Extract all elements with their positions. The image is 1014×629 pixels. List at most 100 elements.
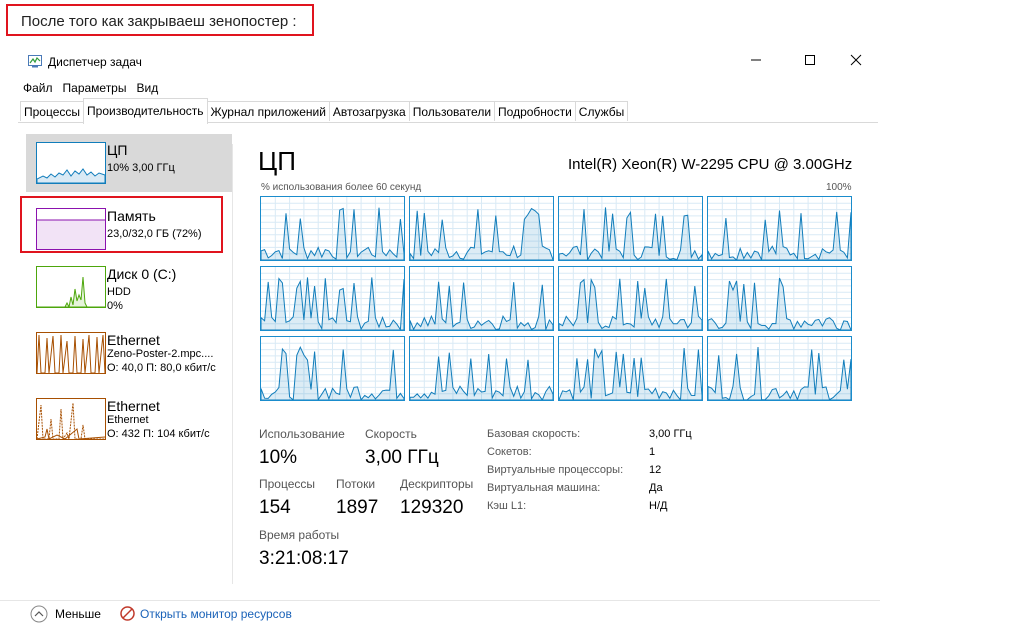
processes-value: 154 xyxy=(259,497,291,518)
maximize-button[interactable] xyxy=(787,44,833,76)
sidebar-ethernet-1-title: Ethernet xyxy=(107,332,160,348)
ethernet-2-thumbnail xyxy=(36,398,106,440)
speed-value: 3,00 ГГц xyxy=(365,447,439,468)
core-graph-lines xyxy=(261,197,404,260)
sidebar-item-disk[interactable]: Диск 0 (C:) HDD 0% xyxy=(26,258,232,316)
sidebar-item-ethernet-1[interactable]: Ethernet Zeno-Poster-2.mpc.... О: 40,0 П… xyxy=(26,324,232,382)
sidebar-item-cpu[interactable]: ЦП 10% 3,00 ГГц xyxy=(26,134,232,192)
sidebar-ethernet-2-title: Ethernet xyxy=(107,398,160,414)
core-graph-lines xyxy=(708,197,851,260)
handles-value: 129320 xyxy=(400,497,464,518)
core-graph-lines xyxy=(410,197,553,260)
graph-max-label: 100% xyxy=(826,182,852,193)
ethernet-1-thumbnail xyxy=(36,332,106,374)
tab-details[interactable]: Подробности xyxy=(494,101,576,121)
close-icon xyxy=(850,54,862,66)
spec-key-sockets: Сокетов: xyxy=(487,446,532,458)
menu-view[interactable]: Вид xyxy=(131,78,163,98)
usage-value: 10% xyxy=(259,447,298,468)
menu-file[interactable]: Файл xyxy=(18,78,58,98)
resource-monitor-icon xyxy=(120,606,135,621)
uptime-label: Время работы xyxy=(259,528,340,542)
spec-value-l1-cache: Н/Д xyxy=(649,500,668,512)
core-graph xyxy=(558,266,703,331)
core-graph-lines xyxy=(708,337,851,400)
ethernet-2-mini-graph xyxy=(37,402,105,439)
core-graph xyxy=(409,336,554,401)
maximize-icon xyxy=(805,55,815,65)
sidebar-disk-title: Диск 0 (C:) xyxy=(107,266,177,282)
core-graph-lines xyxy=(559,197,702,260)
sidebar-ethernet-2-name: Ethernet xyxy=(107,414,149,426)
spec-key-l1-cache: Кэш L1: xyxy=(487,500,527,512)
footer-divider xyxy=(0,600,880,601)
sidebar-cpu-title: ЦП xyxy=(107,142,128,158)
disk-mini-graph xyxy=(37,276,105,307)
speed-label: Скорость xyxy=(365,427,417,441)
resource-monitor-label: Открыть монитор ресурсов xyxy=(140,607,292,621)
sidebar-ethernet-2-rate: О: 432 П: 104 кбит/с xyxy=(107,428,210,440)
core-graph-lines xyxy=(261,267,404,330)
core-graph xyxy=(260,266,405,331)
core-graph-lines xyxy=(559,337,702,400)
sidebar-cpu-usage: 10% 3,00 ГГц xyxy=(107,162,175,174)
window-title: Диспетчер задач xyxy=(48,55,142,69)
title-bar: Диспетчер задач xyxy=(18,44,880,76)
ethernet-1-mini-graph xyxy=(37,334,105,373)
tab-bar: Процессы Производительность Журнал прило… xyxy=(20,98,629,124)
threads-value: 1897 xyxy=(336,497,379,518)
tab-app-history[interactable]: Журнал приложений xyxy=(206,101,330,121)
core-graph xyxy=(409,266,554,331)
sidebar-disk-type: HDD xyxy=(107,286,131,298)
tab-startup[interactable]: Автозагрузка xyxy=(328,101,410,121)
core-graph-lines xyxy=(708,267,851,330)
core-graph xyxy=(707,196,852,261)
core-graph xyxy=(260,196,405,261)
menu-bar: Файл Параметры Вид xyxy=(18,78,163,98)
core-graph-lines xyxy=(410,337,553,400)
spec-value-virtual-machine: Да xyxy=(649,482,663,494)
sidebar-ethernet-1-name: Zeno-Poster-2.mpc.... xyxy=(107,348,214,360)
resource-monitor-link[interactable]: Открыть монитор ресурсов xyxy=(120,605,310,623)
handles-label: Дескрипторы xyxy=(400,477,474,491)
tab-services[interactable]: Службы xyxy=(574,101,629,121)
cpu-model: Intel(R) Xeon(R) W-2295 CPU @ 3.00GHz xyxy=(568,156,853,173)
close-button[interactable] xyxy=(833,44,879,76)
processes-label: Процессы xyxy=(259,477,316,491)
chevron-up-circle-icon xyxy=(30,605,48,623)
graph-caption: % использования более 60 секунд xyxy=(261,182,422,193)
core-graph-lines xyxy=(410,267,553,330)
threads-label: Потоки xyxy=(336,477,376,491)
core-graph xyxy=(707,336,852,401)
sidebar-item-ethernet-2[interactable]: Ethernet Ethernet О: 432 П: 104 кбит/с xyxy=(26,390,232,448)
annotation-text: После того как закрываеш зенопостер : xyxy=(21,13,297,30)
spec-value-virtual-processors: 12 xyxy=(649,464,662,476)
fewer-details-button[interactable]: Меньше xyxy=(30,605,110,623)
sidebar-ethernet-1-rate: О: 40,0 П: 80,0 кбит/с xyxy=(107,362,216,374)
spec-value-base-speed: 3,00 ГГц xyxy=(649,428,692,440)
minimize-button[interactable] xyxy=(733,44,779,76)
menu-options[interactable]: Параметры xyxy=(58,78,132,98)
fewer-details-label: Меньше xyxy=(55,607,101,621)
cpu-mini-graph xyxy=(37,168,105,183)
uptime-value: 3:21:08:17 xyxy=(259,548,349,569)
minimize-icon xyxy=(751,59,761,61)
usage-label: Использование xyxy=(259,427,345,441)
core-graph xyxy=(558,336,703,401)
core-graph xyxy=(260,336,405,401)
logical-processor-grid xyxy=(260,196,854,402)
tab-processes[interactable]: Процессы xyxy=(20,101,85,121)
spec-key-base-speed: Базовая скорость: xyxy=(487,428,581,440)
annotation-box: После того как закрываеш зенопостер : xyxy=(6,4,314,36)
cpu-heading: ЦП xyxy=(258,146,296,176)
task-manager-icon xyxy=(28,55,42,68)
core-graph-lines xyxy=(261,337,404,400)
core-graph xyxy=(707,266,852,331)
disk-thumbnail xyxy=(36,266,106,308)
tab-users[interactable]: Пользователи xyxy=(408,101,496,121)
tab-performance[interactable]: Производительность xyxy=(83,98,208,124)
cpu-thumbnail xyxy=(36,142,106,184)
core-graph xyxy=(409,196,554,261)
memory-highlight-box xyxy=(20,196,223,253)
sidebar-divider xyxy=(232,144,233,584)
